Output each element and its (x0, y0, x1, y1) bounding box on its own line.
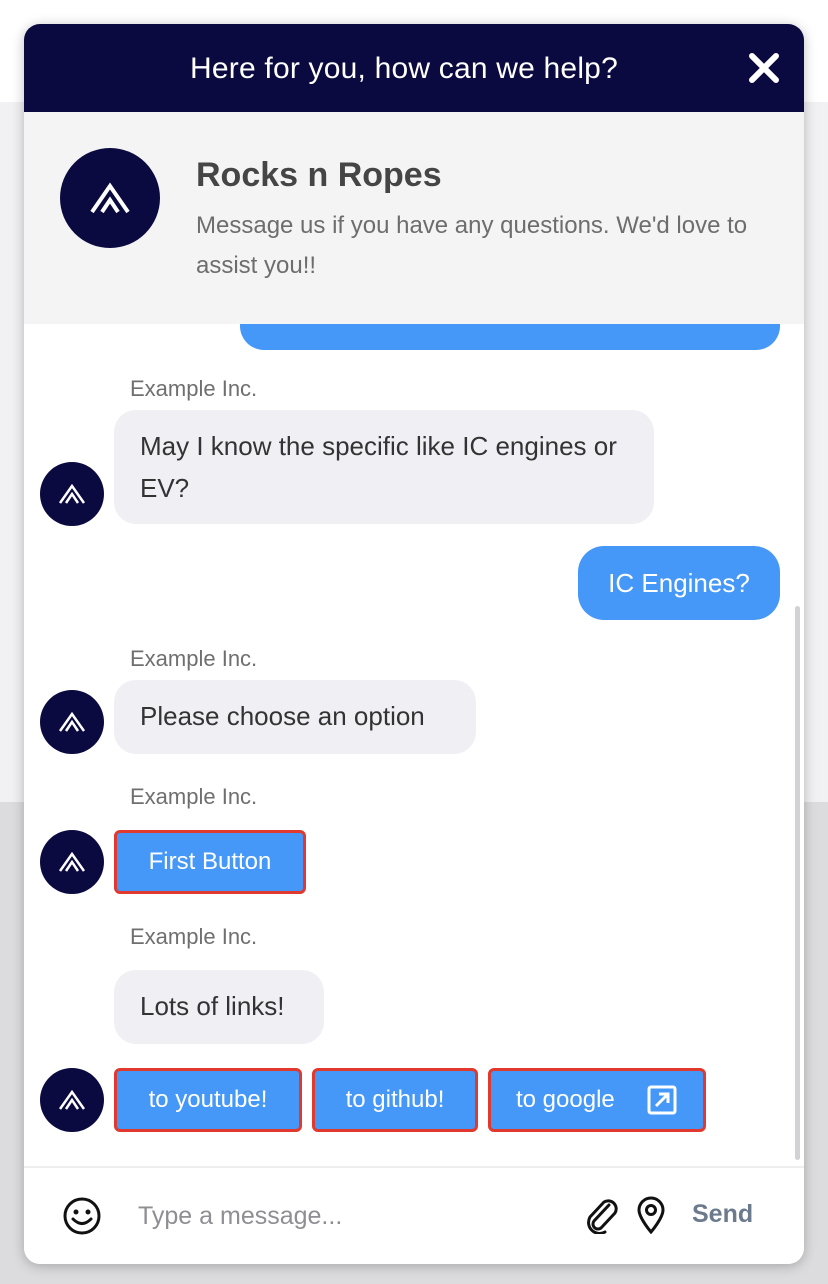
bot-message-bubble: Please choose an option (114, 680, 476, 754)
sender-name: Example Inc. (130, 784, 258, 809)
chevron-up-logo-icon (59, 712, 85, 732)
close-icon[interactable] (746, 50, 782, 86)
quick-reply-button[interactable]: First Button (114, 830, 306, 894)
sender-name: Example Inc. (130, 376, 258, 401)
chevron-up-logo-icon (59, 1090, 85, 1110)
bot-avatar (40, 1068, 104, 1132)
link-button-google-label: to google (516, 1086, 615, 1113)
bot-avatar (40, 690, 104, 754)
paperclip-icon[interactable] (584, 1196, 620, 1235)
chevron-up-logo-icon (90, 182, 130, 214)
company-description: Message us if you have any questions. We… (196, 212, 748, 279)
bot-message-bubble: May I know the specific like IC engines … (114, 410, 654, 524)
message-composer: Send (24, 1166, 804, 1264)
emoji-icon[interactable] (62, 1196, 102, 1236)
user-message-bubble-partial (240, 324, 780, 350)
chevron-up-logo-icon (59, 484, 85, 504)
chevron-up-logo-icon (59, 852, 85, 872)
chat-header: Here for you, how can we help? (24, 24, 804, 112)
message-list: Example Inc. May I know the specific lik… (24, 324, 804, 1166)
sender-name: Example Inc. (130, 924, 258, 949)
link-button-google[interactable]: to google (488, 1068, 706, 1132)
send-button[interactable]: Send (692, 1200, 753, 1229)
user-message-bubble: IC Engines? (578, 546, 780, 620)
company-info-panel: Rocks n Ropes Message us if you have any… (24, 112, 804, 324)
message-scrollbar[interactable] (795, 606, 800, 1160)
link-button-youtube[interactable]: to youtube! (114, 1068, 302, 1132)
sender-name: Example Inc. (130, 646, 258, 671)
bot-avatar (40, 462, 104, 526)
external-link-icon (647, 1085, 677, 1115)
company-name: Rocks n Ropes (196, 156, 442, 194)
bot-avatar (40, 830, 104, 894)
header-title: Here for you, how can we help? (190, 52, 618, 85)
chat-widget: Here for you, how can we help? Rocks n R… (24, 24, 804, 1264)
company-avatar (60, 148, 160, 248)
message-input[interactable] (136, 1190, 570, 1242)
location-pin-icon[interactable] (636, 1196, 666, 1235)
bot-message-bubble: Lots of links! (114, 970, 324, 1044)
link-button-github[interactable]: to github! (312, 1068, 478, 1132)
